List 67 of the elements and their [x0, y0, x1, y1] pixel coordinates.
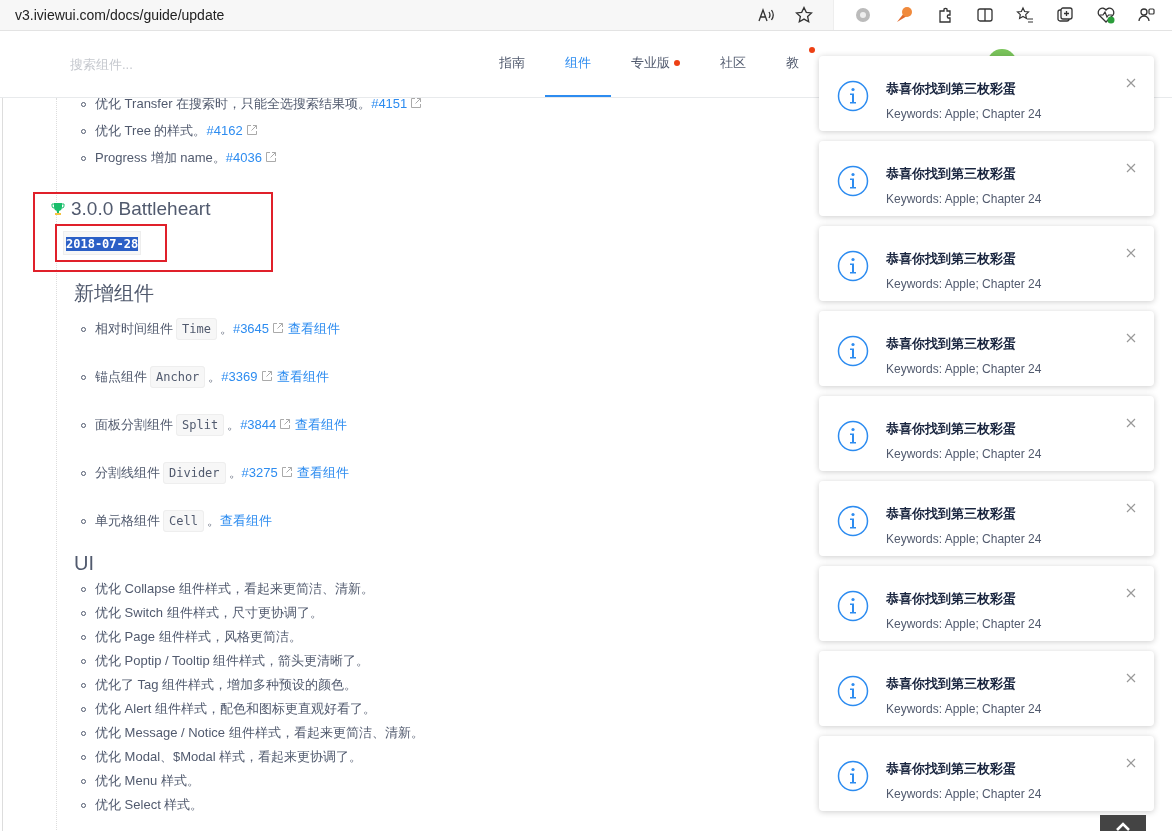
list-item-text: Progress 增加 name。 — [95, 150, 226, 165]
list-item-text: 优化 Tree 的样式。 — [95, 123, 207, 138]
section-heading: 新增组件 — [74, 281, 155, 306]
notification-text: Keywords: Apple; Chapter 24 — [886, 362, 1043, 376]
punctuation: 。 — [206, 513, 220, 528]
code-tag: Cell — [163, 510, 204, 532]
list-item-text: 优化 Switch 组件样式，尺寸更协调了。 — [95, 605, 323, 620]
code-tag: Divider — [163, 462, 226, 484]
release-date: 2018-07-28 — [66, 237, 139, 251]
notification-text: Keywords: Apple; Chapter 24 — [886, 787, 1043, 801]
issue-link[interactable]: #4162 — [206, 123, 243, 138]
list-item-text: 优化 Message / Notice 组件样式，看起来更简洁、清新。 — [95, 725, 424, 740]
view-component-link[interactable]: 查看组件 — [296, 465, 349, 480]
issue-link[interactable]: #3275 — [241, 465, 278, 480]
list-item-text: 优化了 Tag 组件样式，增加多种预设的颜色。 — [95, 677, 358, 692]
list-item-text: 优化 Alert 组件样式，配色和图标更直观好看了。 — [95, 701, 376, 716]
list-item-text: 单元格组件 — [95, 513, 160, 528]
notification-text: Keywords: Apple; Chapter 24 — [886, 277, 1043, 291]
notification-title: 恭喜你找到第三枚彩蛋 — [886, 165, 1017, 183]
view-component-link[interactable]: 查看组件 — [295, 417, 348, 432]
notification-title: 恭喜你找到第三枚彩蛋 — [886, 250, 1017, 268]
list-item-text: 面板分割组件 — [95, 417, 173, 432]
list-item-text: 锚点组件 — [95, 369, 147, 384]
code-tag: Anchor — [150, 366, 206, 388]
notification-title: 恭喜你找到第三枚彩蛋 — [886, 675, 1017, 693]
notification-title: 恭喜你找到第三枚彩蛋 — [886, 80, 1017, 98]
release-title: 3.0.0 Battleheart — [71, 198, 211, 220]
notification-title: 恭喜你找到第三枚彩蛋 — [886, 590, 1017, 608]
notification-text: Keywords: Apple; Chapter 24 — [886, 447, 1043, 461]
punctuation: 。 — [208, 369, 222, 384]
list-item-text: 优化 Menu 样式。 — [95, 773, 200, 788]
code-tag: Split — [176, 414, 225, 436]
punctuation: 。 — [227, 417, 241, 432]
notification-text: Keywords: Apple; Chapter 24 — [886, 192, 1043, 206]
punctuation: 。 — [228, 465, 242, 480]
issue-link[interactable]: #3844 — [240, 417, 277, 432]
list-item-text: 优化 Transfer 在搜索时，只能全选搜索结果项。 — [95, 96, 372, 111]
notification-title: 恭喜你找到第三枚彩蛋 — [886, 420, 1017, 438]
list-item-text: 相对时间组件 — [95, 321, 173, 336]
view-component-link[interactable]: 查看组件 — [288, 321, 341, 336]
nav-tab[interactable]: 指南 — [479, 31, 545, 97]
nav-tab[interactable]: 教 — [766, 31, 819, 97]
notification-title: 恭喜你找到第三枚彩蛋 — [886, 760, 1017, 778]
list-item-text: 优化 Collapse 组件样式，看起来更简洁、清新。 — [95, 581, 374, 596]
list-item-text: 优化 Poptip / Tooltip 组件样式，箭头更清晰了。 — [95, 653, 370, 668]
nav-tab[interactable]: 组件 — [545, 31, 611, 97]
issue-link[interactable]: #3645 — [232, 321, 270, 336]
list-item-text: 优化 Page 组件样式，风格更简洁。 — [95, 629, 302, 644]
list-item-text: 分割线组件 — [95, 465, 160, 480]
section-heading: UI — [74, 551, 95, 576]
nav-tab[interactable]: 专业版 — [611, 31, 700, 97]
punctuation: 。 — [219, 321, 233, 336]
list-item-text: 优化 Select 样式。 — [95, 797, 204, 812]
notification-text: Keywords: Apple; Chapter 24 — [886, 702, 1043, 716]
notification-title: 恭喜你找到第三枚彩蛋 — [886, 505, 1017, 523]
issue-link[interactable]: #4151 — [371, 96, 408, 111]
code-tag: Time — [176, 318, 217, 340]
notification-title: 恭喜你找到第三枚彩蛋 — [886, 335, 1017, 353]
nav-tab[interactable]: 社区 — [700, 31, 766, 97]
view-component-link[interactable]: 查看组件 — [276, 369, 329, 384]
list-item-text: 优化 Modal、$Modal 样式，看起来更协调了。 — [95, 749, 363, 764]
issue-link[interactable]: #3369 — [221, 369, 258, 384]
view-component-link[interactable]: 查看组件 — [219, 513, 272, 528]
issue-link[interactable]: #4036 — [225, 150, 262, 165]
notification-text: Keywords: Apple; Chapter 24 — [886, 532, 1043, 546]
notification-text: Keywords: Apple; Chapter 24 — [886, 617, 1043, 631]
notification-text: Keywords: Apple; Chapter 24 — [886, 107, 1043, 121]
